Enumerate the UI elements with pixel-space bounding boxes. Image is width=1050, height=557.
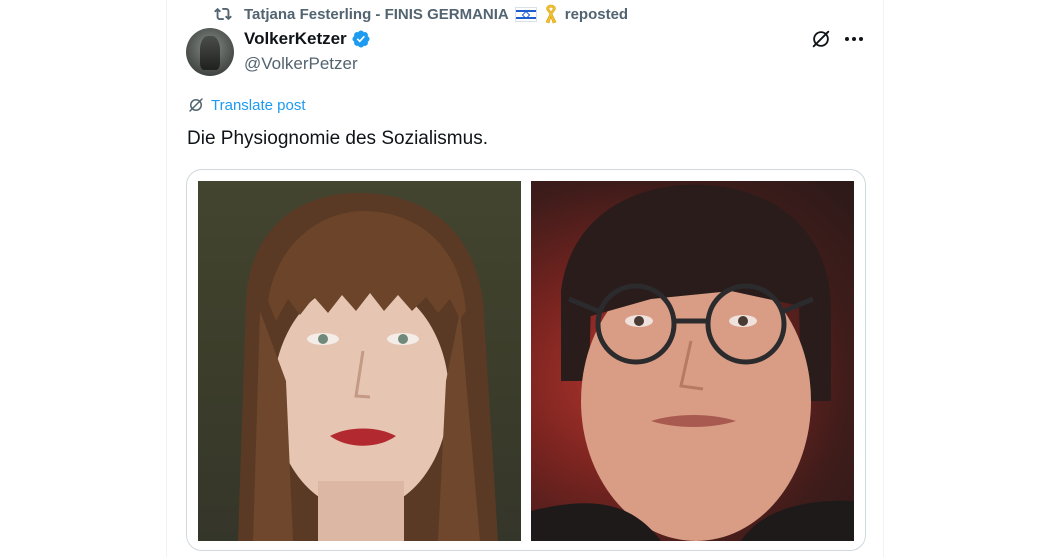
grok-icon bbox=[810, 28, 832, 50]
grok-button[interactable] bbox=[809, 27, 833, 51]
more-options-dot bbox=[859, 37, 863, 41]
photo-left[interactable] bbox=[198, 181, 521, 541]
media-card[interactable] bbox=[186, 169, 866, 551]
translate-icon bbox=[187, 96, 205, 114]
display-name-text[interactable]: VolkerKetzer bbox=[244, 29, 347, 49]
author-handle[interactable]: @VolkerPetzer bbox=[244, 54, 358, 74]
repost-icon bbox=[214, 5, 232, 23]
more-options-dot bbox=[852, 37, 856, 41]
page: Tatjana Festerling - FINIS GERMANIA repo… bbox=[0, 0, 1050, 557]
photo-right[interactable] bbox=[531, 181, 854, 541]
repost-context[interactable]: Tatjana Festerling - FINIS GERMANIA repo… bbox=[214, 3, 628, 25]
more-options-icon bbox=[845, 37, 849, 41]
translate-post-label[interactable]: Translate post bbox=[211, 97, 306, 114]
reposter-name[interactable]: Tatjana Festerling - FINIS GERMANIA bbox=[244, 6, 509, 23]
verified-badge-icon[interactable] bbox=[351, 29, 371, 49]
yellow-ribbon-icon bbox=[543, 4, 559, 24]
israel-flag-icon bbox=[514, 6, 537, 22]
author-avatar[interactable] bbox=[186, 28, 234, 76]
translate-post-link[interactable]: Translate post bbox=[187, 96, 306, 114]
post-text: Die Physiognomie des Sozialismus. bbox=[187, 128, 488, 149]
more-options-button[interactable] bbox=[841, 27, 867, 51]
reposted-label: reposted bbox=[564, 5, 629, 23]
timeline-column: Tatjana Festerling - FINIS GERMANIA repo… bbox=[166, 0, 884, 557]
author-display-name[interactable]: VolkerKetzer bbox=[244, 29, 371, 49]
